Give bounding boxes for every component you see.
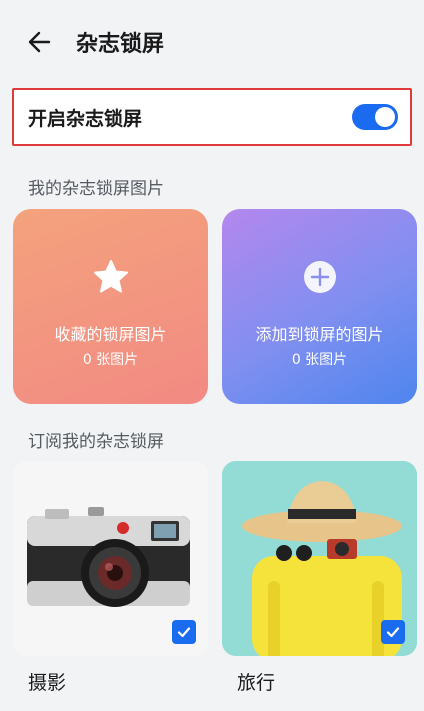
back-button[interactable] [22,24,58,60]
favorites-card-label: 收藏的锁屏图片 [54,325,167,344]
photography-checkbox[interactable] [172,620,196,644]
my-images-section-title: 我的杂志锁屏图片 [28,179,164,199]
subscription-photography-card[interactable] [13,461,208,656]
checkmark-icon [177,627,191,638]
add-images-card-label: 添加到锁屏的图片 [255,325,384,344]
add-images-card[interactable]: 添加到锁屏的图片 0 张图片 [222,209,417,404]
back-arrow-icon [28,31,51,53]
add-images-card-count: 0 张图片 [291,352,348,368]
toggle-label: 开启杂志锁屏 [28,107,143,130]
checkmark-icon [386,627,400,638]
photography-label: 摄影 [28,672,67,694]
page-title: 杂志锁屏 [76,32,165,57]
magazine-lockscreen-switch[interactable] [352,104,398,130]
travel-label: 旅行 [237,672,276,694]
plus-icon [300,257,340,297]
switch-knob [375,107,395,127]
subscription-travel-card[interactable] [222,461,417,656]
travel-checkbox[interactable] [381,620,405,644]
header: 杂志锁屏 [0,0,424,84]
favorites-card[interactable]: 收藏的锁屏图片 0 张图片 [13,209,208,404]
magazine-lockscreen-toggle-row[interactable]: 开启杂志锁屏 [12,88,412,146]
star-icon [91,257,131,297]
favorites-card-count: 0 张图片 [82,352,139,368]
subscribe-section-title: 订阅我的杂志锁屏 [28,432,164,452]
